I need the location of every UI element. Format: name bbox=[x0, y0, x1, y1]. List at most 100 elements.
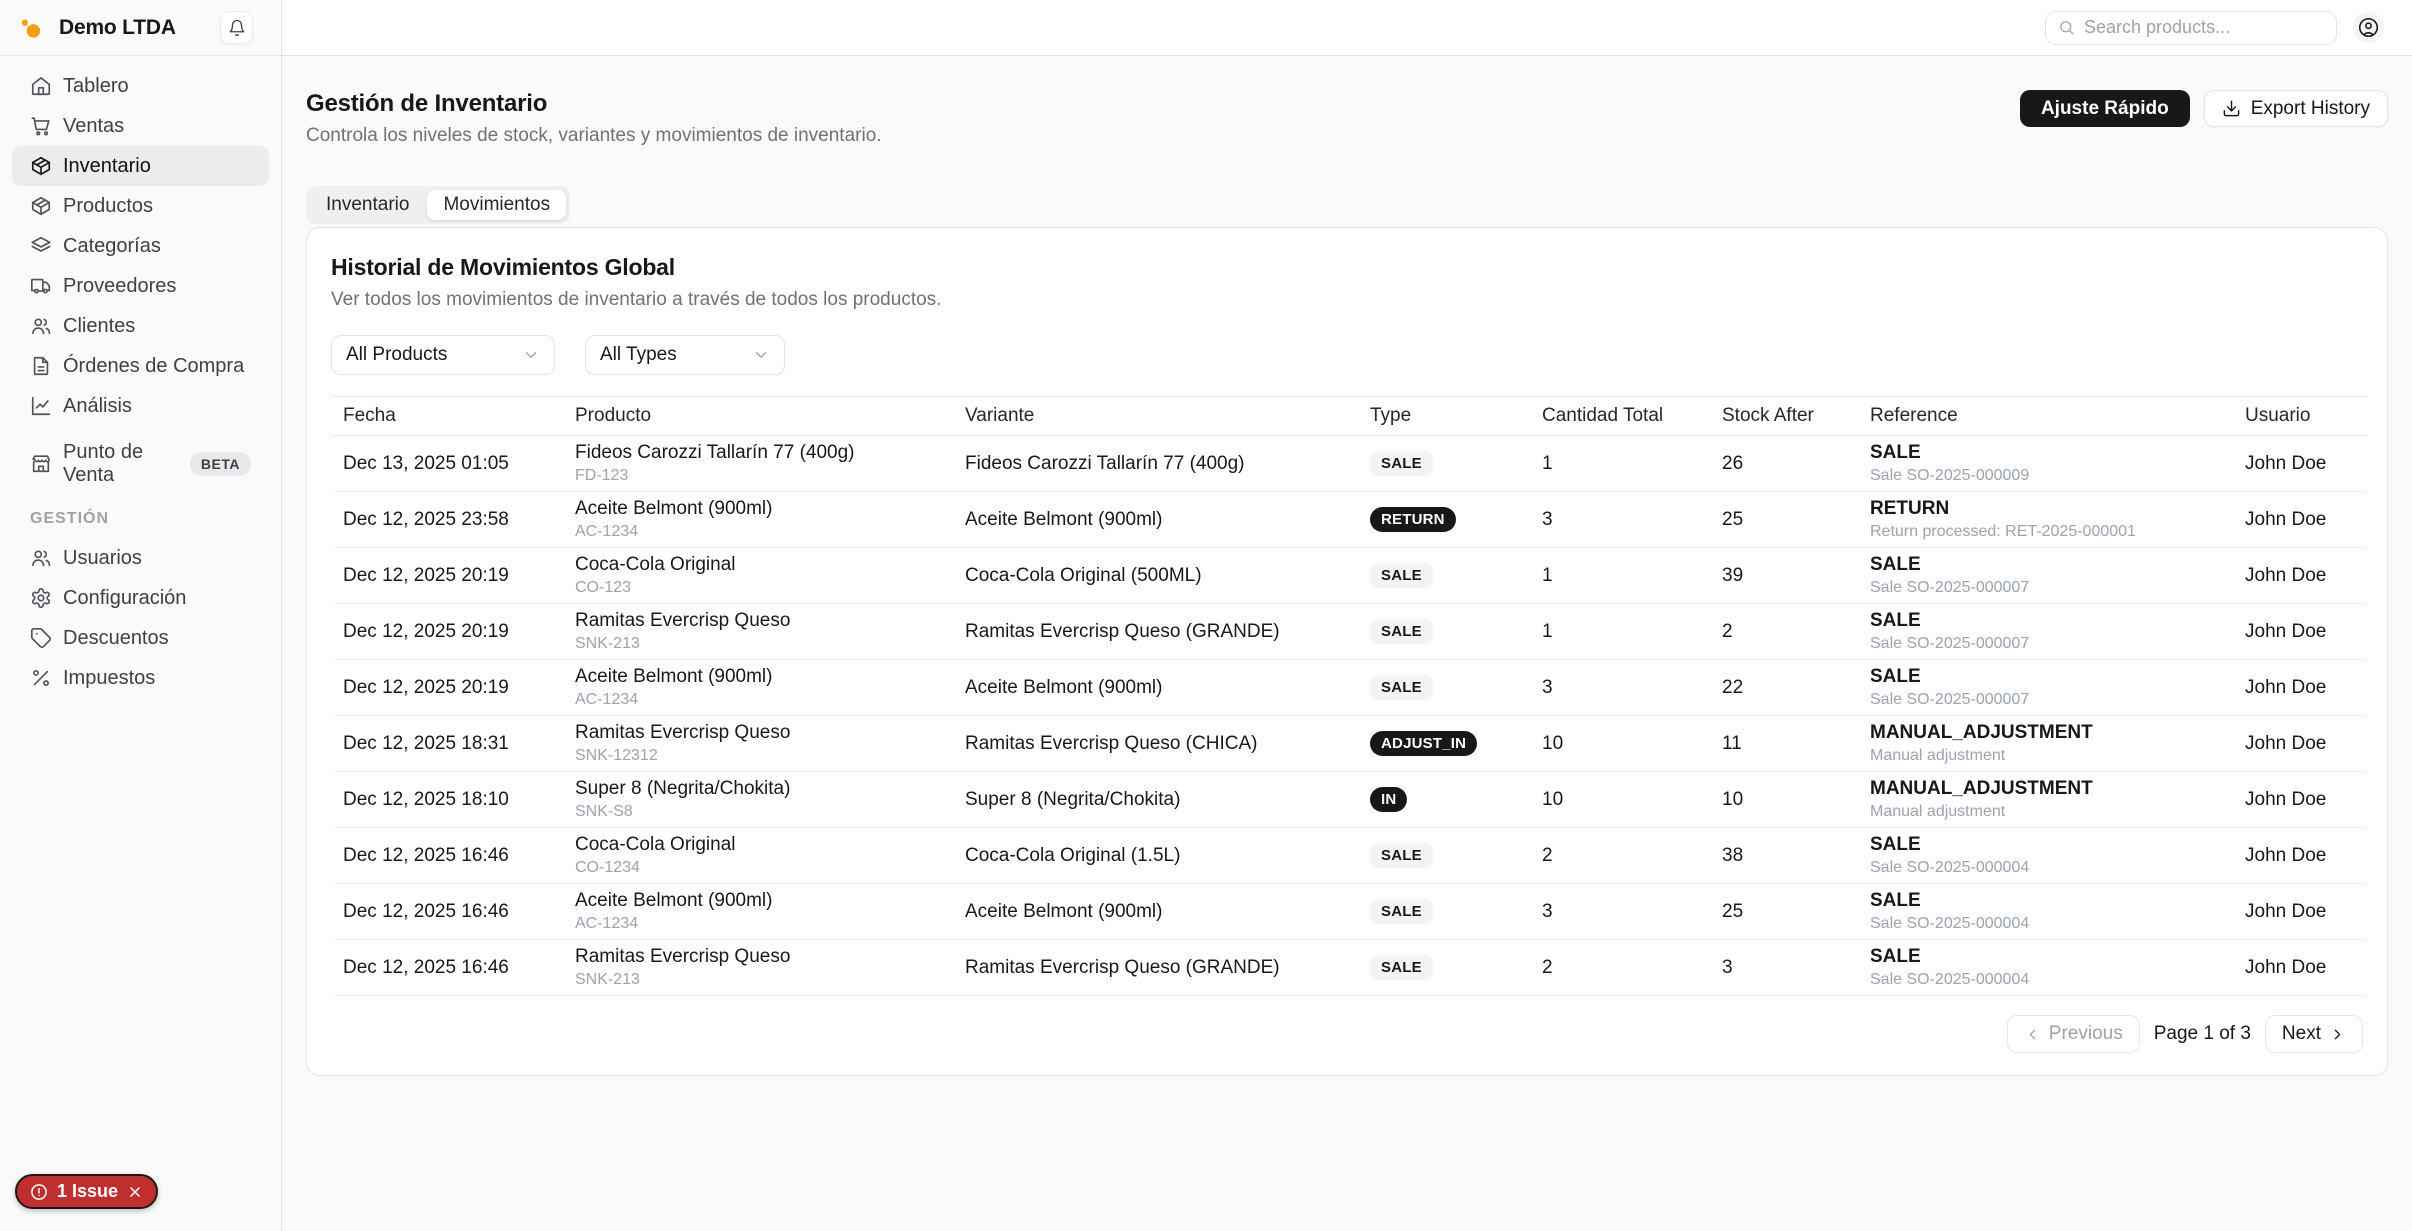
tab-movimientos[interactable]: Movimientos bbox=[427, 190, 566, 220]
sidebar-item-label: Clientes bbox=[63, 315, 135, 338]
cell-variante: Ramitas Evercrisp Queso (GRANDE) bbox=[953, 940, 1358, 996]
brand-logo-icon bbox=[15, 11, 49, 45]
sidebar-item-label: Inventario bbox=[63, 155, 151, 178]
movements-card: Historial de Movimientos Global Ver todo… bbox=[306, 227, 2388, 1076]
tab-bar: Inventario Movimientos bbox=[306, 186, 570, 224]
cell-type: SALE bbox=[1358, 940, 1530, 996]
table-row: Dec 12, 2025 20:19Aceite Belmont (900ml)… bbox=[331, 660, 2367, 716]
movements-table: FechaProductoVarianteTypeCantidad TotalS… bbox=[331, 396, 2367, 996]
cell-fecha: Dec 12, 2025 23:58 bbox=[331, 492, 563, 548]
sidebar-item-label: Tablero bbox=[63, 75, 129, 98]
tab-inventario[interactable]: Inventario bbox=[310, 190, 425, 220]
types-filter-select[interactable]: All Types bbox=[585, 335, 785, 375]
main-area: Gestión de Inventario Controla los nivel… bbox=[282, 0, 2412, 1231]
column-header-usuario: Usuario bbox=[2233, 397, 2367, 436]
content: Gestión de Inventario Controla los nivel… bbox=[282, 56, 2412, 1231]
sidebar-item-punto-de-venta[interactable]: Punto de VentaBETA bbox=[12, 444, 269, 484]
column-header-fecha: Fecha bbox=[331, 397, 563, 436]
users-icon bbox=[30, 315, 52, 337]
sidebar-item-clientes[interactable]: Clientes bbox=[12, 306, 269, 346]
sidebar-item-descuentos[interactable]: Descuentos bbox=[12, 618, 269, 658]
type-badge: SALE bbox=[1370, 619, 1433, 644]
export-history-button[interactable]: Export History bbox=[2204, 90, 2388, 127]
cell-cantidad-total: 2 bbox=[1530, 828, 1710, 884]
cell-variante: Aceite Belmont (900ml) bbox=[953, 884, 1358, 940]
percent-icon bbox=[30, 667, 52, 689]
cell-reference: SALESale SO-2025-000009 bbox=[1858, 436, 2233, 492]
sidebar-item-inventario[interactable]: Inventario bbox=[12, 146, 269, 186]
cell-stock-after: 25 bbox=[1710, 492, 1858, 548]
table-header-row: FechaProductoVarianteTypeCantidad TotalS… bbox=[331, 397, 2367, 436]
sidebar-item-analisis[interactable]: Análisis bbox=[12, 386, 269, 426]
cell-reference: SALESale SO-2025-000004 bbox=[1858, 884, 2233, 940]
sidebar-item-tablero[interactable]: Tablero bbox=[12, 66, 269, 106]
table-row: Dec 12, 2025 16:46Ramitas Evercrisp Ques… bbox=[331, 940, 2367, 996]
search-input[interactable] bbox=[2084, 17, 2324, 38]
cell-producto: Aceite Belmont (900ml)AC-1234 bbox=[563, 884, 953, 940]
sidebar-item-configuracion[interactable]: Configuración bbox=[12, 578, 269, 618]
cell-producto: Aceite Belmont (900ml)AC-1234 bbox=[563, 660, 953, 716]
sidebar-item-impuestos[interactable]: Impuestos bbox=[12, 658, 269, 698]
cell-fecha: Dec 13, 2025 01:05 bbox=[331, 436, 563, 492]
cell-reference: SALESale SO-2025-000007 bbox=[1858, 660, 2233, 716]
sidebar-item-label: Ventas bbox=[63, 115, 124, 138]
type-badge: SALE bbox=[1370, 955, 1433, 980]
sidebar-header: Demo LTDA bbox=[0, 0, 281, 56]
cell-stock-after: 26 bbox=[1710, 436, 1858, 492]
app-root: Demo LTDA Tablero Ventas Inventario Product… bbox=[0, 0, 2412, 1231]
cell-reference: MANUAL_ADJUSTMENTManual adjustment bbox=[1858, 716, 2233, 772]
type-badge: SALE bbox=[1370, 451, 1433, 476]
sidebar-item-label: Impuestos bbox=[63, 667, 155, 690]
sidebar-item-label: Proveedores bbox=[63, 275, 176, 298]
sidebar-item-ventas[interactable]: Ventas bbox=[12, 106, 269, 146]
quick-adjust-button[interactable]: Ajuste Rápido bbox=[2020, 90, 2190, 127]
cell-stock-after: 38 bbox=[1710, 828, 1858, 884]
products-filter-select[interactable]: All Products bbox=[331, 335, 555, 375]
cell-stock-after: 10 bbox=[1710, 772, 1858, 828]
sidebar-section-label: GESTIÓN bbox=[0, 484, 281, 538]
cell-stock-after: 3 bbox=[1710, 940, 1858, 996]
brand-name: Demo LTDA bbox=[59, 16, 176, 40]
previous-page-button[interactable]: Previous bbox=[2007, 1015, 2140, 1053]
file-icon bbox=[30, 355, 52, 377]
chevron-down-icon bbox=[522, 346, 540, 364]
package-icon bbox=[30, 155, 52, 177]
cell-type: RETURN bbox=[1358, 492, 1530, 548]
cell-variante: Coca-Cola Original (500ML) bbox=[953, 548, 1358, 604]
cell-type: SALE bbox=[1358, 828, 1530, 884]
bell-icon bbox=[228, 19, 246, 37]
cell-fecha: Dec 12, 2025 16:46 bbox=[331, 884, 563, 940]
cart-icon bbox=[30, 115, 52, 137]
user-menu-button[interactable] bbox=[2353, 12, 2384, 43]
cell-cantidad-total: 1 bbox=[1530, 548, 1710, 604]
cell-reference: SALESale SO-2025-000004 bbox=[1858, 828, 2233, 884]
sidebar-item-productos[interactable]: Productos bbox=[12, 186, 269, 226]
cell-variante: Super 8 (Negrita/Chokita) bbox=[953, 772, 1358, 828]
cell-type: SALE bbox=[1358, 660, 1530, 716]
column-header-type: Type bbox=[1358, 397, 1530, 436]
cell-producto: Ramitas Evercrisp QuesoSNK-12312 bbox=[563, 716, 953, 772]
table-row: Dec 12, 2025 16:46Aceite Belmont (900ml)… bbox=[331, 884, 2367, 940]
chevron-left-icon bbox=[2024, 1026, 2041, 1043]
close-icon[interactable] bbox=[127, 1184, 143, 1200]
sidebar-item-categorias[interactable]: Categorías bbox=[12, 226, 269, 266]
cell-type: IN bbox=[1358, 772, 1530, 828]
cell-producto: Aceite Belmont (900ml)AC-1234 bbox=[563, 492, 953, 548]
sidebar-item-label: Categorías bbox=[63, 235, 161, 258]
issue-badge[interactable]: 1 Issue bbox=[15, 1174, 158, 1209]
column-header-stock-after: Stock After bbox=[1710, 397, 1858, 436]
sidebar-item-proveedores[interactable]: Proveedores bbox=[12, 266, 269, 306]
cell-cantidad-total: 10 bbox=[1530, 772, 1710, 828]
notifications-button[interactable] bbox=[220, 11, 253, 44]
page-subtitle: Controla los niveles de stock, variantes… bbox=[306, 125, 882, 147]
cell-producto: Ramitas Evercrisp QuesoSNK-213 bbox=[563, 940, 953, 996]
alert-icon bbox=[30, 1183, 48, 1201]
sidebar-item-usuarios[interactable]: Usuarios bbox=[12, 538, 269, 578]
cell-stock-after: 39 bbox=[1710, 548, 1858, 604]
cell-stock-after: 25 bbox=[1710, 884, 1858, 940]
cell-cantidad-total: 3 bbox=[1530, 660, 1710, 716]
sidebar-item-ordenes-de-compra[interactable]: Órdenes de Compra bbox=[12, 346, 269, 386]
next-page-button[interactable]: Next bbox=[2265, 1015, 2363, 1053]
cell-cantidad-total: 1 bbox=[1530, 604, 1710, 660]
cell-fecha: Dec 12, 2025 20:19 bbox=[331, 604, 563, 660]
